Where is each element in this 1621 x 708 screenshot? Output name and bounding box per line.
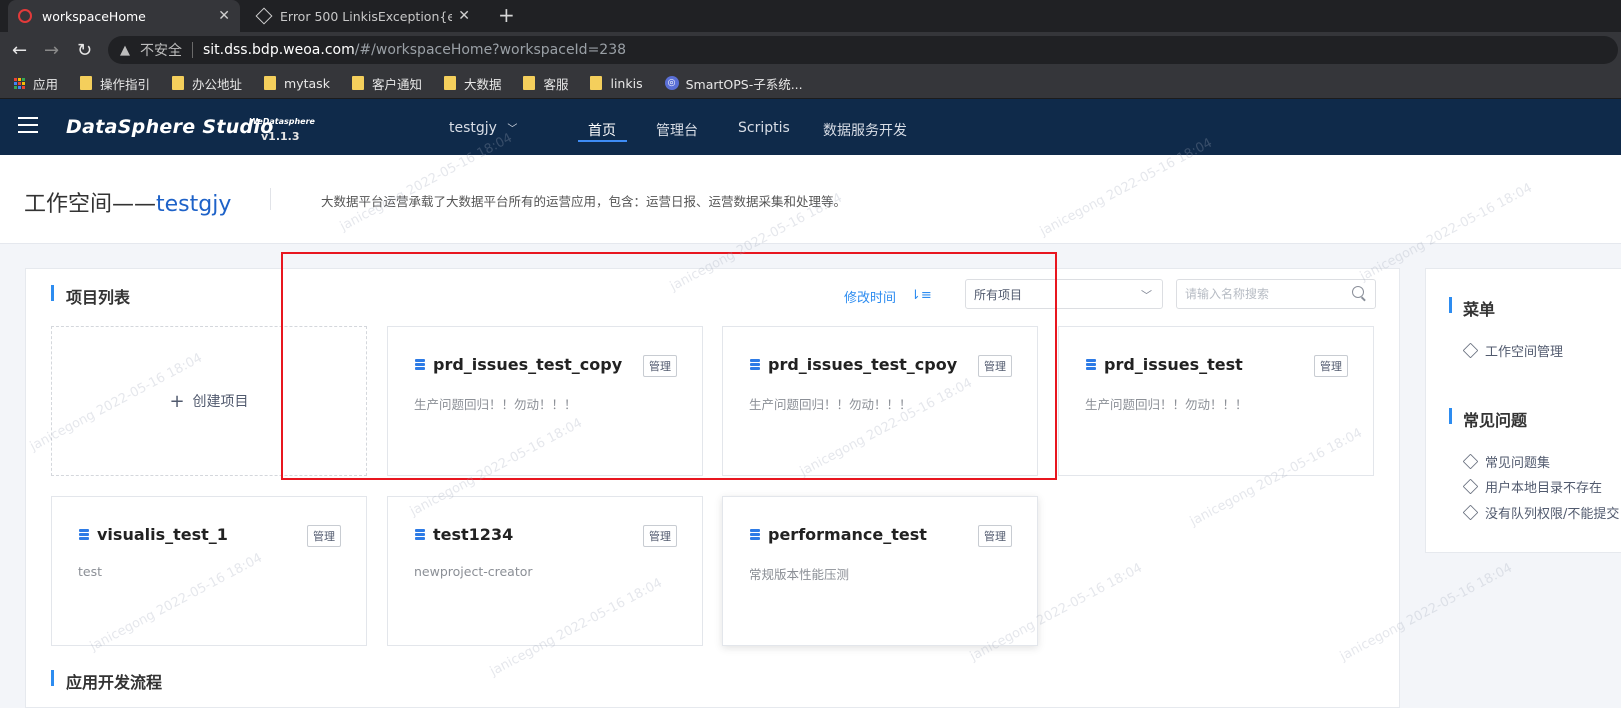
tab-workspace-home[interactable]: workspaceHome ✕ bbox=[8, 0, 240, 32]
faq-item[interactable]: 用户本地目录不存在 bbox=[1462, 477, 1602, 496]
project-search-input[interactable] bbox=[1176, 279, 1376, 309]
bookmark-folder[interactable]: 办公地址 bbox=[172, 74, 242, 93]
reload-icon[interactable]: ↻ bbox=[77, 40, 92, 61]
folder-icon bbox=[590, 76, 603, 90]
bookmark-folder[interactable]: linkis bbox=[590, 76, 643, 91]
project-card[interactable]: visualis_test_1 管理 test bbox=[51, 496, 367, 646]
tab-title: workspaceHome bbox=[42, 8, 146, 24]
chevron-down-icon: ﹀ bbox=[1141, 289, 1152, 302]
nav-home[interactable]: 首页 bbox=[588, 120, 616, 140]
layers-icon bbox=[78, 528, 91, 541]
project-name: test1234 bbox=[433, 525, 514, 544]
workspace-title: 工作空间——testgjy bbox=[24, 192, 232, 217]
nav-scriptis[interactable]: Scriptis bbox=[738, 120, 790, 136]
workspace-name: testgjy bbox=[156, 192, 232, 217]
folder-icon bbox=[80, 76, 93, 90]
nav-data-service[interactable]: 数据服务开发 bbox=[823, 120, 907, 140]
manage-button[interactable]: 管理 bbox=[978, 525, 1012, 547]
section-accent-bar bbox=[51, 670, 54, 686]
app-version: v1.1.3 bbox=[261, 130, 300, 143]
dev-flow-title: 应用开发流程 bbox=[66, 673, 163, 692]
faq-item[interactable]: 没有队列权限/不能提交 bbox=[1462, 503, 1619, 522]
bookmark-folder[interactable]: mytask bbox=[264, 76, 330, 91]
section-accent-bar bbox=[51, 285, 54, 301]
manage-button[interactable]: 管理 bbox=[643, 525, 677, 547]
chevron-down-icon: ﹀ bbox=[507, 124, 518, 135]
manage-button[interactable]: 管理 bbox=[1314, 355, 1348, 377]
cube-icon bbox=[1462, 342, 1479, 359]
tab-favicon-icon bbox=[255, 7, 273, 25]
project-card[interactable]: test1234 管理 newproject-creator bbox=[387, 496, 703, 646]
bookmarks-bar: 应用 操作指引 办公地址 mytask 客户通知 大数据 客服 linkis ◎… bbox=[0, 68, 1621, 99]
project-card[interactable]: performance_test 管理 常规版本性能压测 bbox=[722, 496, 1038, 646]
smartops-icon: ◎ bbox=[664, 76, 679, 90]
bookmark-folder[interactable]: 客服 bbox=[523, 74, 568, 93]
logo-superscript: WeDatasphere bbox=[249, 117, 315, 126]
app-logo: DataSphere Studio bbox=[66, 116, 274, 138]
tab-error-500[interactable]: Error 500 LinkisException{errC ✕ bbox=[248, 0, 480, 32]
url-host: sit.dss.bdp.weoa.com bbox=[203, 42, 355, 58]
project-list-title: 项目列表 bbox=[66, 288, 131, 307]
hamburger-menu-icon[interactable] bbox=[18, 117, 38, 138]
faq-title: 常见问题 bbox=[1463, 411, 1528, 430]
close-tab-icon[interactable]: ✕ bbox=[218, 8, 230, 24]
bookmark-folder[interactable]: 操作指引 bbox=[80, 74, 150, 93]
project-name: visualis_test_1 bbox=[97, 525, 228, 544]
header-divider bbox=[270, 188, 271, 210]
project-card[interactable]: prd_issues_test 管理 生产问题回归！！勿动！！！ bbox=[1058, 326, 1374, 476]
search-icon[interactable] bbox=[1352, 286, 1364, 298]
nav-active-indicator bbox=[578, 140, 627, 142]
layers-icon bbox=[414, 528, 427, 541]
new-tab-icon[interactable]: + bbox=[498, 3, 515, 27]
folder-icon bbox=[264, 76, 277, 90]
address-bar[interactable]: ▲ 不安全 sit.dss.bdp.weoa.com /#/workspaceH… bbox=[108, 36, 1618, 64]
nav-console[interactable]: 管理台 bbox=[656, 120, 698, 140]
section-accent-bar bbox=[1449, 408, 1452, 424]
folder-icon bbox=[523, 76, 536, 90]
bookmark-apps[interactable]: 应用 bbox=[14, 74, 58, 93]
project-name: prd_issues_test bbox=[1104, 355, 1243, 374]
project-name: performance_test bbox=[768, 525, 927, 544]
close-tab-icon[interactable]: ✕ bbox=[458, 8, 470, 24]
sidebar-item-workspace-management[interactable]: 工作空间管理 bbox=[1462, 341, 1563, 360]
workspace-description: 大数据平台运营承载了大数据平台所有的运营应用，包含：运营日报、运营数据采集和处理… bbox=[321, 194, 847, 209]
back-arrow-icon[interactable]: ← bbox=[12, 40, 27, 61]
bookmark-folder[interactable]: 客户通知 bbox=[351, 74, 422, 93]
menu-title: 菜单 bbox=[1463, 300, 1496, 319]
manage-button[interactable]: 管理 bbox=[307, 525, 341, 547]
layers-icon bbox=[749, 528, 762, 541]
warning-icon: ▲ bbox=[120, 42, 130, 58]
url-path: /#/workspaceHome?workspaceId=238 bbox=[354, 42, 627, 58]
workspace-selector[interactable]: testgjy ﹀ bbox=[449, 120, 517, 136]
cube-icon bbox=[1462, 478, 1479, 495]
bookmark-smartops[interactable]: ◎ SmartOPS-子系统... bbox=[664, 74, 803, 93]
section-accent-bar bbox=[1449, 297, 1452, 313]
folder-icon bbox=[351, 76, 364, 90]
forward-arrow-icon[interactable]: → bbox=[44, 40, 59, 61]
address-divider bbox=[192, 42, 193, 58]
project-description: 常规版本性能压测 bbox=[749, 567, 850, 582]
cube-icon bbox=[1462, 453, 1479, 470]
insecure-label: 不安全 bbox=[140, 43, 182, 59]
project-description: newproject-creator bbox=[414, 564, 533, 579]
project-description: test bbox=[78, 564, 103, 579]
tab-title: Error 500 LinkisException{errC bbox=[280, 8, 453, 24]
apps-grid-icon bbox=[14, 77, 25, 89]
tab-favicon-icon bbox=[18, 9, 32, 23]
faq-item[interactable]: 常见问题集 bbox=[1462, 452, 1550, 471]
folder-icon bbox=[172, 76, 185, 90]
bookmark-folder[interactable]: 大数据 bbox=[443, 74, 501, 93]
browser-tab-bar bbox=[0, 0, 1621, 32]
plus-icon: + bbox=[169, 390, 185, 412]
project-description: 生产问题回归！！勿动！！！ bbox=[1085, 397, 1248, 412]
highlight-annotation bbox=[281, 252, 1057, 480]
cube-icon bbox=[1462, 504, 1479, 521]
layers-icon bbox=[1085, 358, 1098, 371]
folder-icon bbox=[443, 76, 456, 90]
